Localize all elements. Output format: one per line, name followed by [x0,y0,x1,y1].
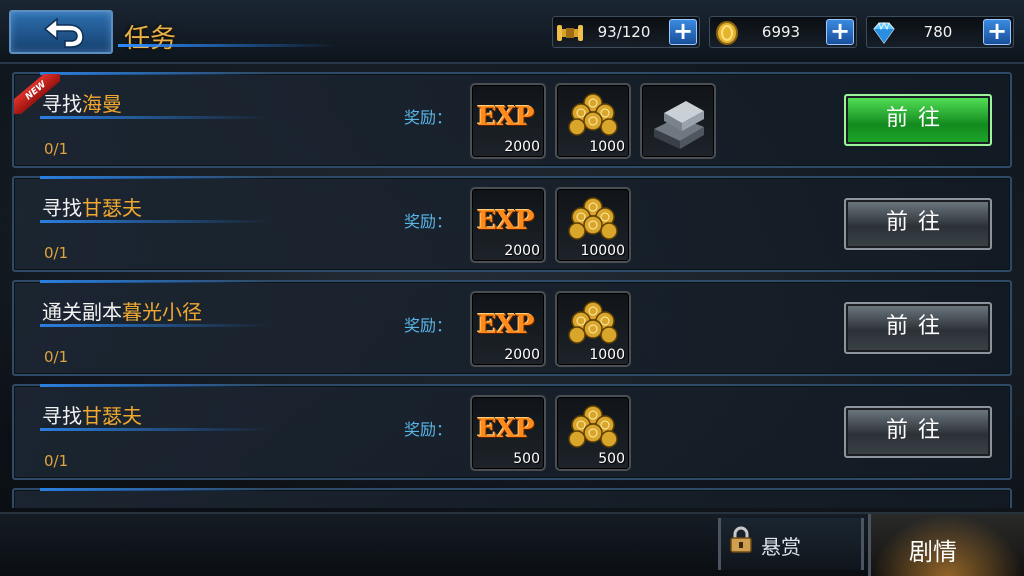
stamina-value: 93/120 [597,23,651,41]
gold-reward[interactable]: 1000 [555,83,631,159]
back-button[interactable] [9,10,113,54]
quest-row: 寻找甘瑟夫 0/1 奖励： EXP 500 500 前往 [12,384,1012,480]
lock-icon [730,526,752,553]
add-diamond-button[interactable]: + [983,19,1011,45]
iron-ingot-reward[interactable] [640,83,716,159]
quest-list[interactable]: NEW 寻找海曼 0/1 奖励： EXP 2000 1000 前往 寻找甘瑟夫 … [12,72,1012,508]
reward-label: 奖励： [404,316,453,335]
reward-label: 奖励： [404,108,453,127]
exp-icon: EXP [477,102,535,132]
gold-value: 6993 [761,23,801,41]
exp-reward[interactable]: EXP 2000 [470,187,546,263]
quest-progress: 0/1 [44,348,69,366]
exp-reward[interactable]: EXP 2000 [470,83,546,159]
reward-count: 2000 [504,347,540,363]
reward-count: 2000 [504,139,540,155]
reward-count: 1000 [589,139,625,155]
bottom-bar: 悬赏 剧情 [0,512,1024,576]
page-title: 任务 [124,24,177,54]
gold-coin-icon [716,21,738,45]
exp-icon: EXP [477,310,535,340]
exp-icon: EXP [477,206,535,236]
exp-reward[interactable]: EXP 500 [470,395,546,471]
stamina-icon [557,25,583,41]
gold-coins-icon [568,301,618,344]
quest-name: 寻找海曼 [42,92,122,116]
back-arrow-icon [43,17,84,48]
quest-row: NEW 寻找海曼 0/1 奖励： EXP 2000 1000 前往 [12,72,1012,168]
diamond-counter: 780 + [866,16,1014,48]
gold-reward[interactable]: 1000 [555,291,631,367]
stamina-counter: 93/120 + [552,16,700,48]
title-underline [118,44,338,47]
reward-count: 2000 [504,243,540,259]
reward-count: 500 [598,451,625,467]
tab-bounty[interactable]: 悬赏 [718,518,864,570]
top-bar: 任务 93/120 + 6993 + 780 + [0,0,1024,64]
quest-name: 寻找甘瑟夫 [42,404,142,428]
gold-coins-icon [568,405,618,448]
quest-progress: 0/1 [44,452,69,470]
gold-coins-icon [568,197,618,240]
go-button[interactable]: 前往 [844,302,992,354]
exp-reward[interactable]: EXP 2000 [470,291,546,367]
gold-coins-icon [568,93,618,136]
reward-count: 500 [513,451,540,467]
quest-progress: 0/1 [44,140,69,158]
gold-reward[interactable]: 500 [555,395,631,471]
quest-row: 寻找甘瑟夫 0/1 奖励： EXP 2000 10000 前往 [12,176,1012,272]
go-button[interactable]: 前往 [844,406,992,458]
diamond-icon [873,21,895,44]
reward-count: 1000 [589,347,625,363]
reward-label: 奖励： [404,420,453,439]
quest-name: 通关副本暮光小径 [42,300,202,324]
quest-name: 寻找甘瑟夫 [42,196,142,220]
quest-row-partial [12,488,1012,508]
exp-icon: EXP [477,414,535,444]
add-stamina-button[interactable]: + [669,19,697,45]
quest-progress: 0/1 [44,244,69,262]
tab-story[interactable]: 剧情 [868,514,1024,576]
tab-story-label: 剧情 [909,538,957,566]
add-gold-button[interactable]: + [826,19,854,45]
reward-count: 10000 [580,243,625,259]
tab-bounty-label: 悬赏 [761,535,801,559]
reward-label: 奖励： [404,212,453,231]
diamond-value: 780 [923,23,953,41]
gold-reward[interactable]: 10000 [555,187,631,263]
go-button[interactable]: 前往 [844,94,992,146]
iron-ingot-icon [654,101,704,149]
gold-counter: 6993 + [709,16,857,48]
quest-row: 通关副本暮光小径 0/1 奖励： EXP 2000 1000 前往 [12,280,1012,376]
go-button[interactable]: 前往 [844,198,992,250]
